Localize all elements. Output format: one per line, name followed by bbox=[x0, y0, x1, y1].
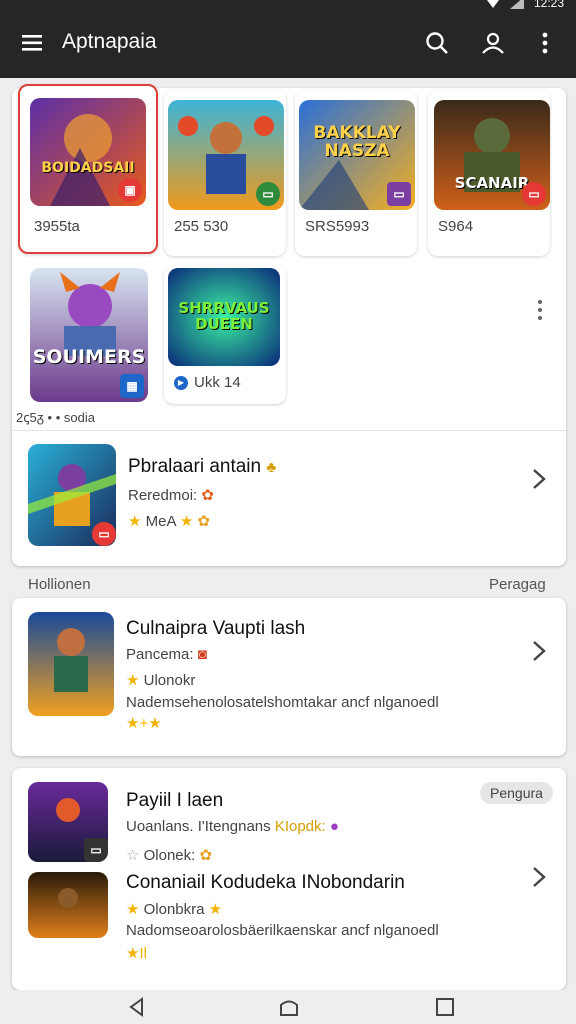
badge-icon: ▭ bbox=[256, 182, 280, 206]
item-description: Nadomseoarolosbäerilkaenskar ancf nlgano… bbox=[126, 922, 439, 939]
app-thumbnail: BAKKLAY NASZA ▭ bbox=[299, 100, 415, 210]
play-icon: ▶ bbox=[174, 375, 188, 390]
item-line2: Pancema: ◙ bbox=[126, 646, 207, 663]
item-title[interactable]: Conaniail Kodudeka INobondarin bbox=[126, 872, 405, 894]
award-icon: ♣ bbox=[266, 459, 277, 476]
chevron-right-icon[interactable] bbox=[530, 468, 548, 490]
badge-icon: ▭ bbox=[522, 182, 546, 206]
item-line2: ★ Olonbkra ★ bbox=[126, 901, 223, 918]
item-rating: ★Il bbox=[126, 945, 147, 962]
item-thumbnail bbox=[28, 872, 108, 938]
flower-icon: ✿ bbox=[201, 487, 214, 504]
badge-icon: ▭ bbox=[387, 182, 411, 206]
featured-title[interactable]: Pbralaari antain ♣ bbox=[128, 456, 276, 478]
star-icon: ★ bbox=[208, 901, 223, 918]
system-nav-bar bbox=[0, 990, 576, 1024]
app-thumbnail: SHRRVAUS DUEEN bbox=[168, 268, 280, 366]
item-thumbnail: ▭ bbox=[28, 782, 108, 862]
category-pill[interactable]: Pengura bbox=[480, 782, 553, 804]
app-tile[interactable]: BAKKLAY NASZA ▭ SRS5993 bbox=[295, 90, 417, 256]
badge-icon: ▦ bbox=[120, 374, 144, 398]
menu-icon[interactable] bbox=[20, 30, 46, 56]
signal-icon bbox=[509, 0, 524, 9]
featured-line2: Reredmoi: ✿ bbox=[128, 487, 214, 504]
featured-thumbnail: ▭ bbox=[28, 444, 116, 546]
item-line2: Uoanlans. I'Itengnans KIopdk: ● bbox=[126, 818, 339, 835]
flower-icon: ✿ bbox=[197, 513, 211, 530]
app-tile[interactable]: SCANAIR ▭ S964 bbox=[428, 90, 550, 256]
wifi-icon bbox=[486, 0, 499, 8]
badge-icon: ▭ bbox=[84, 838, 108, 862]
item-line3: ★ Ulonokr bbox=[126, 672, 196, 689]
badge-icon: ▣ bbox=[118, 178, 142, 202]
search-icon[interactable] bbox=[422, 28, 452, 58]
list-item[interactable]: Culnaipra Vaupti lash Pancema: ◙ ★ Ulono… bbox=[12, 598, 566, 756]
star-icon: ★ bbox=[126, 672, 140, 689]
badge-icon: ● bbox=[329, 818, 339, 835]
grid-footnote: 2ꞔ5ᵹ • • sodia bbox=[16, 410, 95, 425]
app-tile[interactable]: BOIDADSAII ▣ 3955ta bbox=[18, 84, 158, 254]
item-thumbnail bbox=[28, 612, 114, 716]
app-thumbnail: SCANAIR ▭ bbox=[434, 100, 550, 210]
badge-icon: ▭ bbox=[92, 522, 116, 546]
status-time: 12:23 bbox=[533, 0, 564, 10]
more-vert-icon[interactable] bbox=[532, 298, 548, 322]
item-title[interactable]: Payiil I laen bbox=[126, 790, 223, 812]
back-icon[interactable] bbox=[126, 996, 148, 1018]
list-item[interactable]: Pengura ▭ Payiil I laen Uoanlans. I'Iten… bbox=[12, 768, 566, 990]
app-title: Aptnapaia bbox=[62, 30, 157, 53]
star-icon: ★ bbox=[128, 513, 142, 530]
recents-icon[interactable] bbox=[434, 996, 456, 1018]
item-line3: ☆ Olonek: ✿ bbox=[126, 847, 213, 864]
app-thumbnail: SOUIMERS ▦ bbox=[30, 268, 148, 402]
item-title[interactable]: Culnaipra Vaupti lash bbox=[126, 618, 305, 640]
section-link[interactable]: Peragag bbox=[489, 576, 546, 593]
apps-grid-card: BOIDADSAII ▣ 3955ta ▭ 255 530 BAKKLAY NA… bbox=[12, 84, 566, 566]
featured-line3: ★ MeA ★ ✿ bbox=[128, 513, 211, 530]
section-label: Hollionen bbox=[28, 576, 91, 593]
more-vert-icon[interactable] bbox=[530, 28, 560, 58]
chevron-right-icon[interactable] bbox=[530, 640, 548, 662]
flower-icon: ✿ bbox=[199, 847, 213, 864]
chevron-right-icon[interactable] bbox=[530, 866, 548, 888]
star-icon: ★ bbox=[179, 513, 194, 530]
status-bar: 12:23 bbox=[0, 0, 576, 12]
divider bbox=[12, 430, 566, 431]
tag-icon: ◙ bbox=[197, 646, 207, 663]
star-icon: ★ bbox=[126, 901, 140, 918]
account-icon[interactable] bbox=[478, 28, 508, 58]
item-description: Nademsehenolosatelshomtakar ancf nlganoe… bbox=[126, 694, 439, 711]
item-rating: ★+★ bbox=[126, 715, 162, 732]
app-tile[interactable]: ▭ 255 530 bbox=[164, 90, 286, 256]
star-icon: ☆ bbox=[126, 847, 140, 864]
app-thumbnail: ▭ bbox=[168, 100, 284, 210]
app-bar: Aptnapaia bbox=[0, 12, 576, 78]
home-icon[interactable] bbox=[278, 996, 300, 1018]
app-tile[interactable]: SOUIMERS ▦ bbox=[26, 266, 152, 410]
app-tile[interactable]: SHRRVAUS DUEEN ▶ Ukk 14 bbox=[164, 266, 286, 404]
app-thumbnail: BOIDADSAII ▣ bbox=[30, 98, 146, 206]
